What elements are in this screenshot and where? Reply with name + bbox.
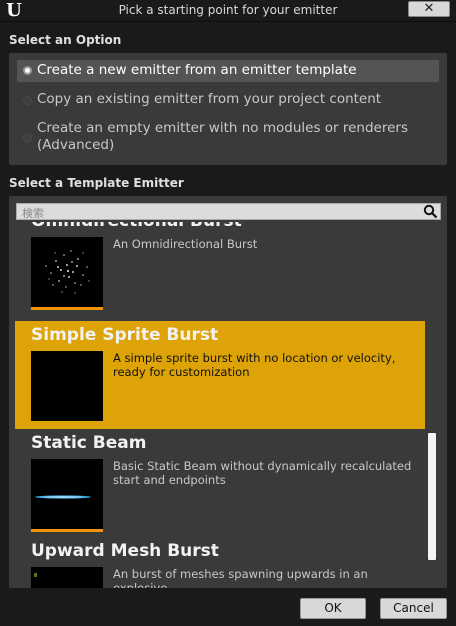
template-title: Upward Mesh Burst — [31, 541, 219, 561]
ok-button[interactable]: OK — [300, 598, 366, 619]
templates-panel: 検索 Omnidirectional Burst — [9, 196, 447, 588]
radio-unselected-icon[interactable] — [23, 96, 32, 105]
option-label: Create an empty emitter with no modules … — [37, 120, 408, 153]
cancel-button[interactable]: Cancel — [380, 598, 447, 619]
template-description: An burst of meshes spawning upwards in a… — [113, 567, 368, 588]
search-icon[interactable] — [423, 204, 438, 219]
list-scrollbar[interactable] — [428, 433, 436, 560]
thumbnail-accent-bar — [31, 307, 103, 310]
template-title: Omnidirectional Burst — [31, 222, 242, 231]
options-panel: Create a new emitter from an emitter tem… — [9, 53, 447, 165]
option-label: Create a new emitter from an emitter tem… — [37, 62, 357, 78]
template-item-static-beam[interactable]: Static Beam Basic Static Beam without dy… — [15, 429, 425, 537]
template-item-omnidirectional-burst[interactable]: Omnidirectional Burst — [15, 222, 425, 315]
options-heading: Select an Option — [9, 33, 122, 47]
option-copy-existing[interactable]: Copy an existing emitter from your proje… — [17, 91, 439, 111]
option-create-empty[interactable]: Create an empty emitter with no modules … — [17, 120, 439, 158]
radio-selected-icon[interactable] — [23, 66, 32, 75]
thumbnail-accent-bar — [31, 529, 103, 532]
title-bar: U Pick a starting point for your emitter… — [0, 0, 456, 22]
template-description: Basic Static Beam without dynamically re… — [113, 459, 412, 487]
window-title: Pick a starting point for your emitter — [118, 3, 338, 17]
particle-burst-thumbnail — [31, 237, 103, 307]
template-title: Static Beam — [31, 433, 147, 453]
option-from-template[interactable]: Create a new emitter from an emitter tem… — [17, 60, 439, 82]
search-placeholder: 検索 — [22, 207, 44, 220]
search-input[interactable]: 検索 — [16, 203, 441, 220]
template-description: An Omnidirectional Burst — [113, 237, 258, 251]
option-label: Copy an existing emitter from your proje… — [37, 91, 382, 107]
templates-heading: Select a Template Emitter — [9, 176, 184, 190]
empty-thumbnail — [31, 351, 103, 421]
close-button[interactable]: ✕ — [408, 1, 450, 17]
template-item-upward-mesh-burst[interactable]: Upward Mesh Burst An burst of meshes spa… — [15, 537, 425, 588]
radio-unselected-icon[interactable] — [23, 133, 32, 142]
mesh-thumbnail — [31, 567, 103, 588]
template-list[interactable]: Omnidirectional Burst — [15, 222, 425, 588]
template-title: Simple Sprite Burst — [31, 325, 219, 345]
beam-thumbnail — [31, 459, 103, 529]
template-item-simple-sprite-burst[interactable]: Simple Sprite Burst A simple sprite burs… — [15, 321, 425, 429]
template-description: A simple sprite burst with no location o… — [113, 351, 396, 379]
